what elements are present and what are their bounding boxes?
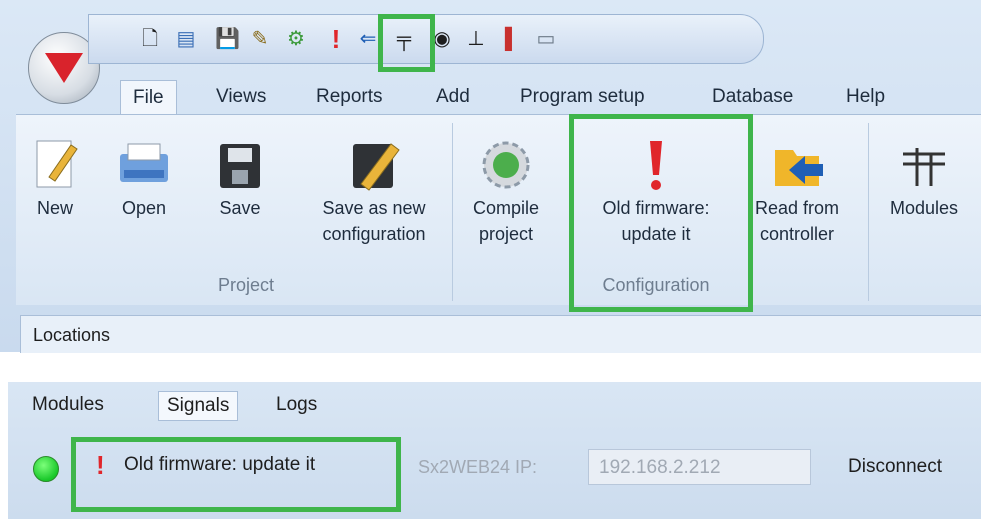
- app-window-top: 🗋 ▤ 💾 ✎ ⚙ ! ⇐ ╤ ◉ ⊥ ▌ ▭ File Views Repor…: [0, 0, 981, 353]
- compile-icon: [468, 135, 544, 195]
- modules-icon: [874, 135, 974, 195]
- compile-label-line1: Compile: [472, 198, 540, 218]
- open-icon[interactable]: ▤: [175, 27, 197, 51]
- tab-help[interactable]: Help: [846, 86, 885, 108]
- locations-label: Locations: [33, 325, 111, 345]
- read-icon: [742, 135, 852, 195]
- read-from-controller-button[interactable]: Read from controller: [742, 135, 852, 247]
- save-icon: [212, 135, 268, 195]
- save-as-icon[interactable]: ✎: [249, 27, 271, 51]
- ribbon-warning-highlight: [569, 114, 753, 312]
- tab-database[interactable]: Database: [712, 86, 793, 108]
- locations-pane-header: Locations: [20, 315, 981, 353]
- new-doc-icon: [30, 135, 80, 195]
- warning-icon[interactable]: !: [325, 26, 347, 52]
- open-icon: [114, 135, 174, 195]
- open-button[interactable]: Open: [114, 135, 174, 221]
- group-divider: [868, 123, 869, 301]
- ip-address-field[interactable]: 192.168.2.212: [588, 449, 811, 485]
- tab-add[interactable]: Add: [436, 86, 470, 108]
- qat-warning-highlight: [378, 14, 435, 72]
- compile-label-line2: project: [478, 224, 534, 244]
- status-warning-highlight: [71, 437, 401, 512]
- ribbon-panel: New Open Save Save as new configuration …: [16, 114, 981, 305]
- save-label: Save: [219, 198, 261, 218]
- modules-label: Modules: [889, 198, 959, 218]
- read-icon[interactable]: ⇐: [357, 27, 379, 51]
- compile-icon[interactable]: ⚙: [285, 27, 307, 51]
- read-label-line2: controller: [759, 224, 835, 244]
- tab-signals[interactable]: Signals: [158, 391, 239, 421]
- save-as-label-line2: configuration: [322, 224, 426, 244]
- save-icon[interactable]: 💾: [215, 27, 240, 51]
- open-label: Open: [121, 198, 167, 218]
- connection-status-icon: [33, 456, 59, 482]
- save-as-new-configuration-button[interactable]: Save as new configuration: [294, 135, 454, 247]
- read-label-line1: Read from: [754, 198, 840, 218]
- save-as-icon: [294, 135, 454, 195]
- tab-program-setup[interactable]: Program setup: [520, 86, 645, 108]
- tab-file[interactable]: File: [120, 80, 177, 114]
- group-divider: [452, 123, 453, 301]
- tab-views[interactable]: Views: [216, 86, 266, 108]
- group-label-project: Project: [217, 275, 275, 295]
- new-button[interactable]: New: [30, 135, 80, 221]
- bottom-panel: Modules Signals Logs ! Old firmware: upd…: [8, 382, 981, 519]
- tab-logs[interactable]: Logs: [276, 394, 317, 416]
- monitor-icon[interactable]: ▭: [535, 27, 557, 51]
- save-button[interactable]: Save: [212, 135, 268, 221]
- ip-label: Sx2WEB24 IP:: [418, 457, 538, 477]
- disconnect-button[interactable]: Disconnect: [848, 456, 942, 478]
- new-label: New: [36, 198, 73, 218]
- tab-modules[interactable]: Modules: [32, 394, 104, 416]
- network-icon[interactable]: ⊥: [465, 27, 487, 51]
- color-icon[interactable]: ▌: [501, 27, 523, 51]
- new-doc-icon[interactable]: 🗋: [139, 27, 161, 51]
- tab-reports[interactable]: Reports: [316, 86, 383, 108]
- compile-project-button[interactable]: Compile project: [468, 135, 544, 247]
- ribbon-tabs: File Views Reports Add Program setup Dat…: [0, 80, 981, 114]
- save-as-label-line1: Save as new: [322, 198, 426, 218]
- modules-button[interactable]: Modules: [874, 135, 974, 221]
